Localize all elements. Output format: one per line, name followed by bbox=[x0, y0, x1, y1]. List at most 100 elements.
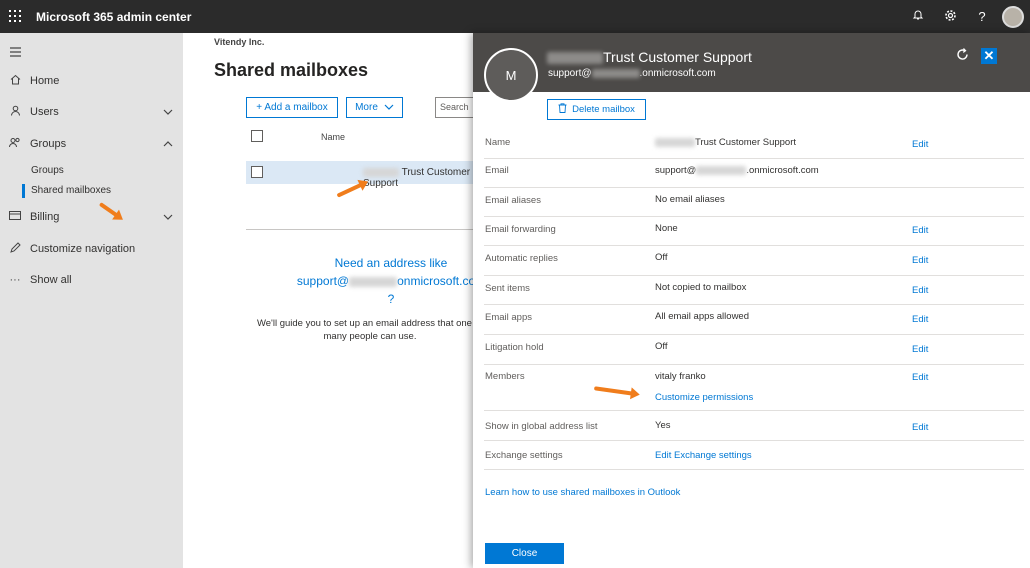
row-checkbox[interactable] bbox=[251, 166, 263, 178]
app-title[interactable]: Microsoft 365 admin center bbox=[36, 10, 191, 24]
home-icon bbox=[0, 74, 30, 88]
org-name: Vitendy Inc. bbox=[214, 37, 265, 47]
edit-sent-items-link[interactable]: Edit bbox=[912, 285, 928, 296]
ellipsis-icon: ··· bbox=[9, 274, 21, 286]
property-row-email-aliases: Email aliases No email aliases bbox=[484, 188, 1024, 217]
divider bbox=[246, 229, 474, 230]
pencil-icon bbox=[0, 242, 30, 256]
nav-item-label: Show all bbox=[30, 274, 72, 286]
property-label: Email apps bbox=[485, 312, 532, 323]
edit-email-apps-link[interactable]: Edit bbox=[912, 314, 928, 325]
property-label: Sent items bbox=[485, 283, 530, 294]
email-prefix: support@ bbox=[655, 165, 697, 176]
panel-title: Trust Customer Support bbox=[547, 49, 752, 65]
delete-mailbox-label: Delete mailbox bbox=[572, 104, 635, 115]
promo-email-prefix: support@ bbox=[296, 274, 350, 288]
redacted-text bbox=[547, 52, 603, 65]
app-launcher-icon[interactable] bbox=[9, 10, 21, 22]
chevron-up-icon[interactable] bbox=[163, 139, 173, 150]
chevron-down-icon[interactable] bbox=[163, 212, 173, 223]
panel-subtitle: support@ .onmicrosoft.com bbox=[548, 68, 716, 79]
property-label: Show in global address list bbox=[485, 421, 598, 432]
edit-gal-link[interactable]: Edit bbox=[912, 422, 928, 433]
property-value: Trust Customer Support bbox=[655, 137, 796, 148]
property-value: No email aliases bbox=[655, 194, 725, 205]
close-icon[interactable]: ✕ bbox=[981, 48, 997, 64]
delete-mailbox-button[interactable]: Delete mailbox bbox=[547, 99, 646, 120]
groups-icon bbox=[0, 137, 30, 151]
panel-email-prefix: support@ bbox=[548, 68, 592, 79]
help-icon[interactable]: ? bbox=[966, 9, 998, 24]
property-row-litigation-hold: Litigation hold Off Edit bbox=[484, 335, 1024, 365]
nav-item-customize-navigation[interactable]: Customize navigation bbox=[0, 239, 183, 259]
mailbox-avatar: M bbox=[484, 48, 538, 102]
billing-icon bbox=[0, 211, 30, 223]
property-row-email-apps: Email apps All email apps allowed Edit bbox=[484, 305, 1024, 335]
redacted-text bbox=[696, 165, 747, 175]
main-content: Vitendy Inc. Shared mailboxes + Add a ma… bbox=[183, 33, 485, 568]
property-row-members: Members vitaly franko Customize permissi… bbox=[484, 365, 1024, 411]
more-button[interactable]: More bbox=[346, 97, 403, 118]
column-header-name[interactable]: Name bbox=[321, 132, 345, 142]
top-bar: Microsoft 365 admin center ? bbox=[0, 0, 1030, 33]
redacted-text bbox=[655, 137, 695, 147]
property-row-name: Name Trust Customer Support Edit bbox=[484, 129, 1024, 159]
top-icons: ? bbox=[902, 0, 1030, 33]
property-row-email-forwarding: Email forwarding None Edit bbox=[484, 217, 1024, 246]
property-value: Yes bbox=[655, 420, 671, 431]
email-domain: .onmicrosoft.com bbox=[746, 165, 819, 176]
nav-subitem-shared-mailboxes[interactable]: Shared mailboxes bbox=[21, 184, 111, 198]
property-label: Email aliases bbox=[485, 195, 541, 206]
edit-automatic-replies-link[interactable]: Edit bbox=[912, 255, 928, 266]
add-mailbox-button[interactable]: + Add a mailbox bbox=[246, 97, 338, 118]
hamburger-icon[interactable] bbox=[10, 45, 22, 60]
property-value: Off bbox=[655, 252, 668, 263]
redacted-text bbox=[591, 68, 640, 78]
select-all-checkbox[interactable] bbox=[251, 130, 263, 142]
panel-title-text: Trust Customer Support bbox=[603, 49, 752, 65]
property-label: Name bbox=[485, 137, 511, 148]
property-label: Automatic replies bbox=[485, 253, 558, 264]
bell-icon[interactable] bbox=[902, 9, 934, 24]
edit-members-link[interactable]: Edit bbox=[912, 372, 928, 383]
promo-body: We'll guide you to set up an email addre… bbox=[256, 318, 484, 342]
edit-litigation-hold-link[interactable]: Edit bbox=[912, 344, 928, 355]
more-button-label: More bbox=[355, 102, 378, 113]
property-row-exchange-settings: Exchange settings Edit Exchange settings bbox=[484, 441, 1024, 470]
panel-email-domain: .onmicrosoft.com bbox=[639, 68, 716, 79]
edit-exchange-settings-link[interactable]: Edit Exchange settings bbox=[655, 450, 752, 461]
nav-subitem-groups[interactable]: Groups bbox=[31, 165, 64, 176]
chevron-down-icon[interactable] bbox=[163, 107, 173, 118]
edit-forwarding-link[interactable]: Edit bbox=[912, 225, 928, 236]
redacted-text bbox=[349, 276, 398, 287]
nav-item-groups[interactable]: Groups bbox=[0, 134, 183, 154]
close-button[interactable]: Close bbox=[485, 543, 564, 564]
row-name[interactable]: Trust Customer Support bbox=[363, 167, 473, 189]
left-navigation: Home Users Groups Groups Shared mailboxe… bbox=[0, 33, 183, 568]
property-row-sent-items: Sent items Not copied to mailbox Edit bbox=[484, 276, 1024, 305]
property-label: Email bbox=[485, 165, 509, 176]
gear-icon[interactable] bbox=[934, 9, 966, 25]
nav-item-label: Billing bbox=[30, 211, 60, 223]
property-label: Members bbox=[485, 371, 525, 382]
chevron-down-icon bbox=[384, 102, 394, 113]
property-row-email: Email support@ .onmicrosoft.com bbox=[484, 159, 1024, 188]
customize-permissions-link[interactable]: Customize permissions bbox=[655, 392, 753, 403]
property-label: Litigation hold bbox=[485, 342, 544, 353]
refresh-icon[interactable] bbox=[955, 47, 970, 67]
property-row-show-in-gal: Show in global address list Yes Edit bbox=[484, 411, 1024, 441]
nav-item-home[interactable]: Home bbox=[0, 71, 183, 91]
nav-item-label: Customize navigation bbox=[30, 243, 136, 255]
edit-name-link[interactable]: Edit bbox=[912, 139, 928, 150]
property-label: Email forwarding bbox=[485, 224, 556, 235]
search-input[interactable]: Search bbox=[435, 97, 475, 118]
property-value: support@ .onmicrosoft.com bbox=[655, 165, 819, 176]
nav-item-users[interactable]: Users bbox=[0, 102, 183, 122]
learn-shared-mailboxes-link[interactable]: Learn how to use shared mailboxes in Out… bbox=[485, 487, 680, 498]
nav-item-label: Home bbox=[30, 75, 60, 87]
redacted-text bbox=[363, 167, 399, 177]
nav-item-show-all[interactable]: ··· Show all bbox=[0, 270, 183, 290]
avatar[interactable] bbox=[1002, 5, 1024, 28]
property-value: vitaly franko bbox=[655, 371, 706, 382]
nav-item-billing[interactable]: Billing bbox=[0, 207, 183, 227]
